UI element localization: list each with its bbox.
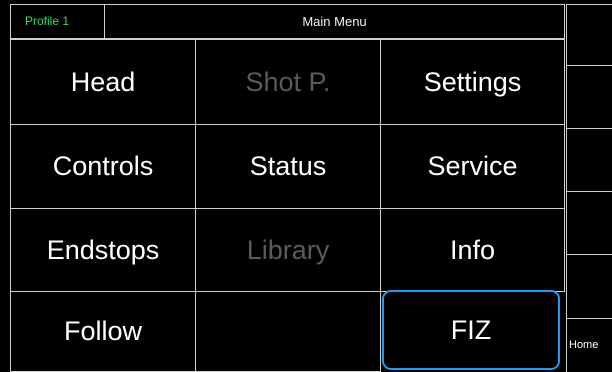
home-label: Home xyxy=(569,339,599,351)
menu-button-head[interactable]: Head xyxy=(10,39,196,125)
menu-button-status[interactable]: Status xyxy=(195,124,381,209)
side-button-2[interactable] xyxy=(566,65,612,129)
menu-button-follow[interactable]: Follow xyxy=(10,291,196,372)
side-button-1[interactable] xyxy=(566,4,612,66)
menu-button-service[interactable]: Service xyxy=(380,124,565,209)
menu-button-shot-p: Shot P. xyxy=(195,39,381,125)
menu-button-empty xyxy=(195,291,381,372)
menu-button-fiz[interactable]: FIZ xyxy=(382,290,560,370)
side-button-5[interactable] xyxy=(566,254,612,319)
side-button-strip: Home xyxy=(566,4,612,372)
side-button-4[interactable] xyxy=(566,191,612,255)
home-button[interactable]: Home xyxy=(566,318,612,372)
menu-button-controls[interactable]: Controls xyxy=(10,124,196,209)
main-menu-grid: Head Shot P. Settings Controls Status Se… xyxy=(10,39,565,372)
menu-button-endstops[interactable]: Endstops xyxy=(10,208,196,292)
page-title: Main Menu xyxy=(302,14,367,29)
menu-button-settings[interactable]: Settings xyxy=(380,39,565,125)
menu-button-info[interactable]: Info xyxy=(380,208,565,292)
top-bar: Profile 1 Main Menu xyxy=(10,4,565,39)
profile-indicator[interactable]: Profile 1 xyxy=(11,5,105,38)
side-button-3[interactable] xyxy=(566,128,612,192)
device-screen: Profile 1 Main Menu Head Shot P. Setting… xyxy=(0,0,612,372)
menu-button-library: Library xyxy=(195,208,381,292)
